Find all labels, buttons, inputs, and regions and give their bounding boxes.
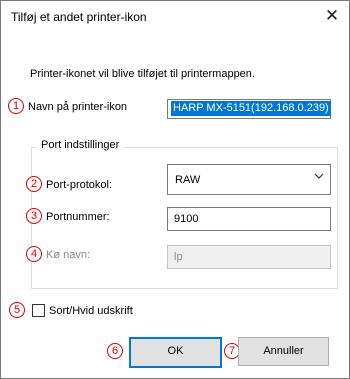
marker-5: 5 (9, 302, 25, 318)
queue-name-label: Kø navn: (46, 249, 91, 261)
printer-name-value: HARP MX-5151(192.168.0.239) (171, 101, 331, 116)
chevron-down-icon (314, 173, 324, 179)
printer-name-input[interactable]: HARP MX-5151(192.168.0.239) (167, 99, 331, 119)
close-icon[interactable]: ✕ (321, 6, 343, 26)
marker-6: 6 (107, 343, 123, 359)
marker-4: 4 (26, 246, 42, 262)
bw-print-checkbox[interactable] (32, 304, 45, 317)
port-settings-title: Port indstillinger (37, 139, 124, 151)
queue-name-input[interactable]: lp (167, 245, 331, 269)
port-number-value: 9100 (174, 213, 199, 225)
port-protocol-value: RAW (175, 174, 201, 186)
title-bar: Tilføj et andet printer-ikon ✕ (1, 1, 349, 33)
printer-name-label: Navn på printer-ikon (28, 101, 128, 113)
bw-print-label[interactable]: Sort/Hvid udskrift (49, 305, 133, 317)
queue-name-value: lp (174, 251, 183, 263)
port-number-input[interactable]: 9100 (167, 207, 331, 231)
cancel-button[interactable]: Annuller (238, 337, 329, 366)
add-printer-icon-dialog: Tilføj et andet printer-ikon ✕ Printer-i… (0, 0, 350, 379)
ok-button[interactable]: OK (129, 337, 222, 368)
marker-3: 3 (26, 208, 42, 224)
description-text: Printer-ikonet vil blive tilføjet til pr… (30, 68, 255, 80)
marker-2: 2 (26, 176, 42, 192)
marker-1: 1 (8, 98, 24, 114)
port-number-label: Portnummer: (46, 211, 110, 223)
dialog-title: Tilføj et andet printer-ikon (11, 10, 147, 24)
port-protocol-label: Port-protokol: (46, 179, 113, 191)
port-protocol-select[interactable]: RAW (167, 164, 331, 195)
